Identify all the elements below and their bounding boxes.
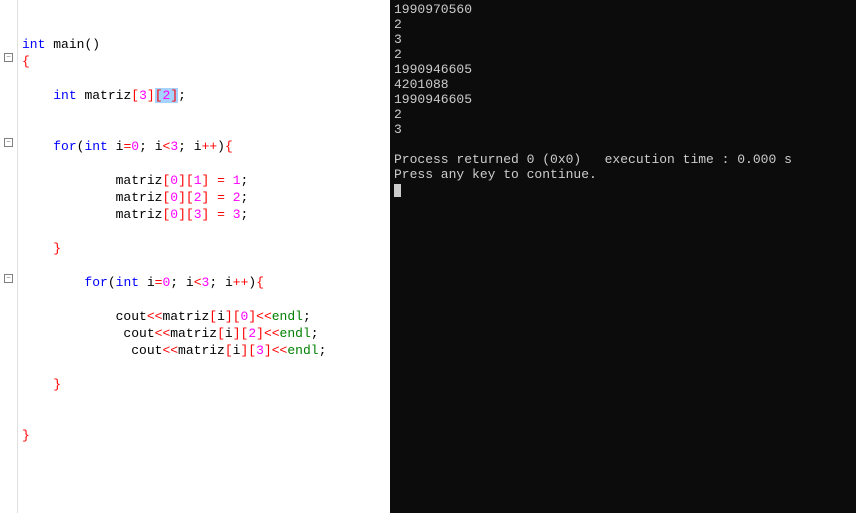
console-output-line: 1990946605 [394,62,852,77]
fold-toggle-icon[interactable]: − [4,274,13,283]
code-line[interactable]: } [22,427,386,444]
console-output-line: 2 [394,107,852,122]
console-output-line: 1990946605 [394,92,852,107]
code-line[interactable] [22,70,386,87]
console-cursor-line [394,182,852,197]
code-area[interactable]: int main(){ int matriz[3][2]; for(int i=… [18,0,390,513]
code-line[interactable] [22,257,386,274]
code-line[interactable]: { [22,53,386,70]
code-line[interactable]: cout<<matriz[i][3]<<endl; [22,342,386,359]
code-line[interactable] [22,291,386,308]
cursor-icon [394,184,401,197]
fold-toggle-icon[interactable]: − [4,53,13,62]
code-line[interactable]: cout<<matriz[i][2]<<endl; [22,325,386,342]
code-line[interactable] [22,410,386,427]
code-line[interactable]: matriz[0][2] = 2; [22,189,386,206]
code-line[interactable] [22,121,386,138]
console-output-line: 3 [394,32,852,47]
code-line[interactable] [22,155,386,172]
console-prompt-line: Press any key to continue. [394,167,852,182]
console-output-line: 1990970560 [394,2,852,17]
console-blank-line [394,137,852,152]
code-line[interactable] [22,2,386,19]
code-line[interactable] [22,104,386,121]
code-line[interactable] [22,444,386,461]
fold-toggle-icon[interactable]: − [4,138,13,147]
code-line[interactable]: } [22,240,386,257]
code-line[interactable]: cout<<matriz[i][0]<<endl; [22,308,386,325]
code-line[interactable]: matriz[0][3] = 3; [22,206,386,223]
code-line[interactable]: int main() [22,36,386,53]
code-line[interactable]: int matriz[3][2]; [22,87,386,104]
code-line[interactable] [22,359,386,376]
code-line[interactable]: matriz[0][1] = 1; [22,172,386,189]
console-status-line: Process returned 0 (0x0) execution time … [394,152,852,167]
editor-gutter: − − − [0,0,18,513]
code-editor-pane[interactable]: − − − int main(){ int matriz[3][2]; for(in… [0,0,390,513]
console-output-line: 3 [394,122,852,137]
code-line[interactable]: } [22,376,386,393]
console-output-line: 4201088 [394,77,852,92]
console-output-line: 2 [394,47,852,62]
console-output-line: 2 [394,17,852,32]
code-line[interactable] [22,393,386,410]
code-line[interactable] [22,223,386,240]
code-line[interactable]: for(int i=0; i<3; i++){ [22,274,386,291]
code-line[interactable] [22,19,386,36]
code-line[interactable]: for(int i=0; i<3; i++){ [22,138,386,155]
console-pane[interactable]: 1990970560232199094660542010881990946605… [390,0,856,513]
